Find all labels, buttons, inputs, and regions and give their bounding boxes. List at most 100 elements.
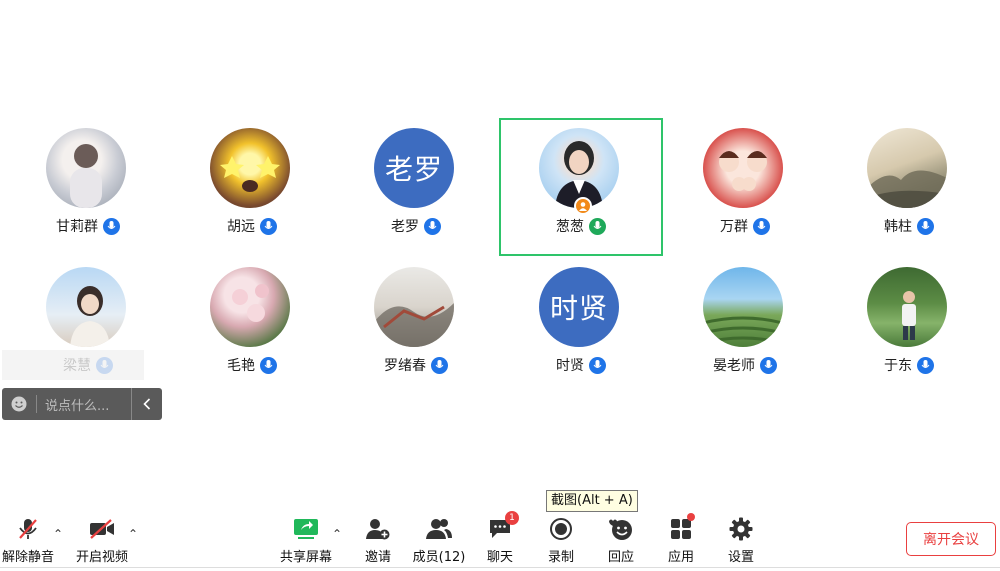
settings-button[interactable]: 设置 — [711, 516, 771, 565]
participant-name: 甘莉群 — [56, 219, 98, 235]
divider — [0, 567, 1000, 568]
share-screen-button[interactable]: 共享屏幕 — [276, 516, 336, 565]
invite-label: 邀请 — [364, 550, 391, 565]
participant-name: 时贤 — [556, 358, 584, 374]
smile-icon[interactable] — [2, 396, 36, 412]
microphone-icon — [589, 356, 606, 374]
avatar: 时贤 — [539, 267, 619, 347]
microphone-icon — [753, 217, 770, 235]
avatar — [867, 267, 947, 347]
invite-button[interactable]: 邀请 — [348, 516, 408, 565]
star-emoji-icon — [220, 156, 280, 192]
landscape-painting-icon — [867, 170, 947, 208]
notification-dot — [687, 513, 695, 521]
apps-button[interactable]: 应用 — [651, 513, 711, 565]
microphone-icon — [917, 356, 934, 374]
participant-tile[interactable]: 万群 — [663, 118, 827, 256]
chevron-left-icon[interactable] — [131, 388, 162, 420]
leave-meeting-button[interactable]: 离开会议 — [906, 522, 996, 556]
avatar — [374, 267, 454, 347]
apps-label: 应用 — [667, 550, 694, 565]
reaction-emoji-icon — [608, 516, 634, 542]
record-label: 录制 — [547, 550, 574, 565]
participant-tile[interactable]: 甘莉群 — [6, 118, 170, 256]
chat-icon: 1 — [488, 511, 519, 542]
avatar — [210, 267, 290, 347]
reactions-label: 回应 — [607, 550, 634, 565]
members-label: 成员(12) — [412, 550, 466, 565]
person-photo-icon — [70, 144, 102, 208]
participant-name: 韩柱 — [884, 219, 912, 235]
chat-label: 聊天 — [486, 550, 513, 565]
avatar: 老罗 — [374, 128, 454, 208]
avatar — [867, 128, 947, 208]
start-video-label: 开启视频 — [75, 550, 128, 565]
microphone-muted-icon — [17, 516, 39, 542]
participant-name: 毛艳 — [227, 358, 255, 374]
apps-grid-icon — [670, 513, 695, 542]
avatar — [210, 128, 290, 208]
start-video-button[interactable]: 开启视频 — [72, 516, 132, 565]
flowers-photo-icon — [232, 284, 269, 322]
chat-input-bar[interactable]: 说点什么... — [2, 388, 162, 420]
host-icon — [574, 197, 592, 215]
members-icon — [425, 516, 453, 542]
record-icon — [549, 516, 573, 542]
reactions-button[interactable]: 回应 — [591, 516, 651, 565]
chevron-up-icon[interactable]: ⌃ — [53, 527, 63, 541]
chat-message-ghost — [2, 350, 144, 380]
avatar — [703, 267, 783, 347]
participant-tile[interactable]: 于东 — [827, 257, 991, 395]
add-user-icon — [366, 516, 390, 542]
microphone-icon — [424, 217, 441, 235]
microphone-icon — [260, 217, 277, 235]
share-screen-icon — [293, 516, 319, 542]
person-photo-icon — [555, 141, 603, 208]
person-photo-icon — [70, 286, 110, 347]
person-photo-icon — [902, 291, 916, 340]
record-button[interactable]: 录制 — [531, 516, 591, 565]
microphone-icon — [431, 356, 448, 374]
participant-tile[interactable]: 毛艳 — [170, 257, 334, 395]
video-off-icon — [89, 516, 115, 542]
participant-name: 葱葱 — [556, 219, 584, 235]
participant-name: 晏老师 — [713, 358, 755, 374]
members-button[interactable]: 成员(12) — [409, 516, 469, 565]
microphone-icon — [760, 356, 777, 374]
avatar — [46, 267, 126, 347]
chevron-up-icon[interactable]: ⌃ — [128, 527, 138, 541]
microphone-icon — [917, 217, 934, 235]
meeting-toolbar: 解除静音 ⌃ 开启视频 ⌃ 共享屏幕 ⌃ 邀请 成员(12) 1 聊天 录制 回… — [0, 510, 1000, 571]
microphone-icon — [103, 217, 120, 235]
gear-icon — [729, 516, 753, 542]
avatar — [703, 128, 783, 208]
chat-button[interactable]: 1 聊天 — [470, 511, 530, 565]
microphone-icon — [260, 356, 277, 374]
unread-badge: 1 — [505, 511, 519, 525]
avatar — [539, 128, 619, 208]
participant-tile[interactable]: 老罗 老罗 — [334, 118, 498, 256]
participant-tile[interactable]: 韩柱 — [827, 118, 991, 256]
unmute-button[interactable]: 解除静音 — [0, 516, 58, 565]
participant-name: 于东 — [884, 358, 912, 374]
tea-field-photo-icon — [703, 316, 783, 345]
participant-tile[interactable]: 时贤 时贤 — [499, 257, 663, 395]
participant-tile[interactable]: 罗绪春 — [334, 257, 498, 395]
great-wall-painting-icon — [374, 303, 454, 347]
microphone-speaking-icon — [589, 217, 606, 235]
participant-grid: 甘莉群 胡远 老罗 老罗 葱葱 万群 韩柱 毛艳 罗绪春 时贤 时贤 晏老师 于… — [0, 0, 1000, 571]
avatar — [46, 128, 126, 208]
participant-name: 胡远 — [227, 219, 255, 235]
participant-name: 万群 — [720, 219, 748, 235]
chevron-up-icon[interactable]: ⌃ — [332, 527, 342, 541]
participant-tile[interactable]: 胡远 — [170, 118, 334, 256]
share-screen-label: 共享屏幕 — [279, 550, 332, 565]
cartoon-family-icon — [719, 151, 767, 191]
participant-tile-active[interactable]: 葱葱 — [499, 118, 663, 256]
settings-label: 设置 — [727, 550, 754, 565]
screenshot-tooltip: 截图(Alt + A) — [546, 490, 638, 512]
unmute-label: 解除静音 — [1, 550, 54, 565]
participant-tile[interactable]: 晏老师 — [663, 257, 827, 395]
participant-name: 老罗 — [391, 219, 419, 235]
chat-input[interactable]: 说点什么... — [37, 395, 131, 414]
